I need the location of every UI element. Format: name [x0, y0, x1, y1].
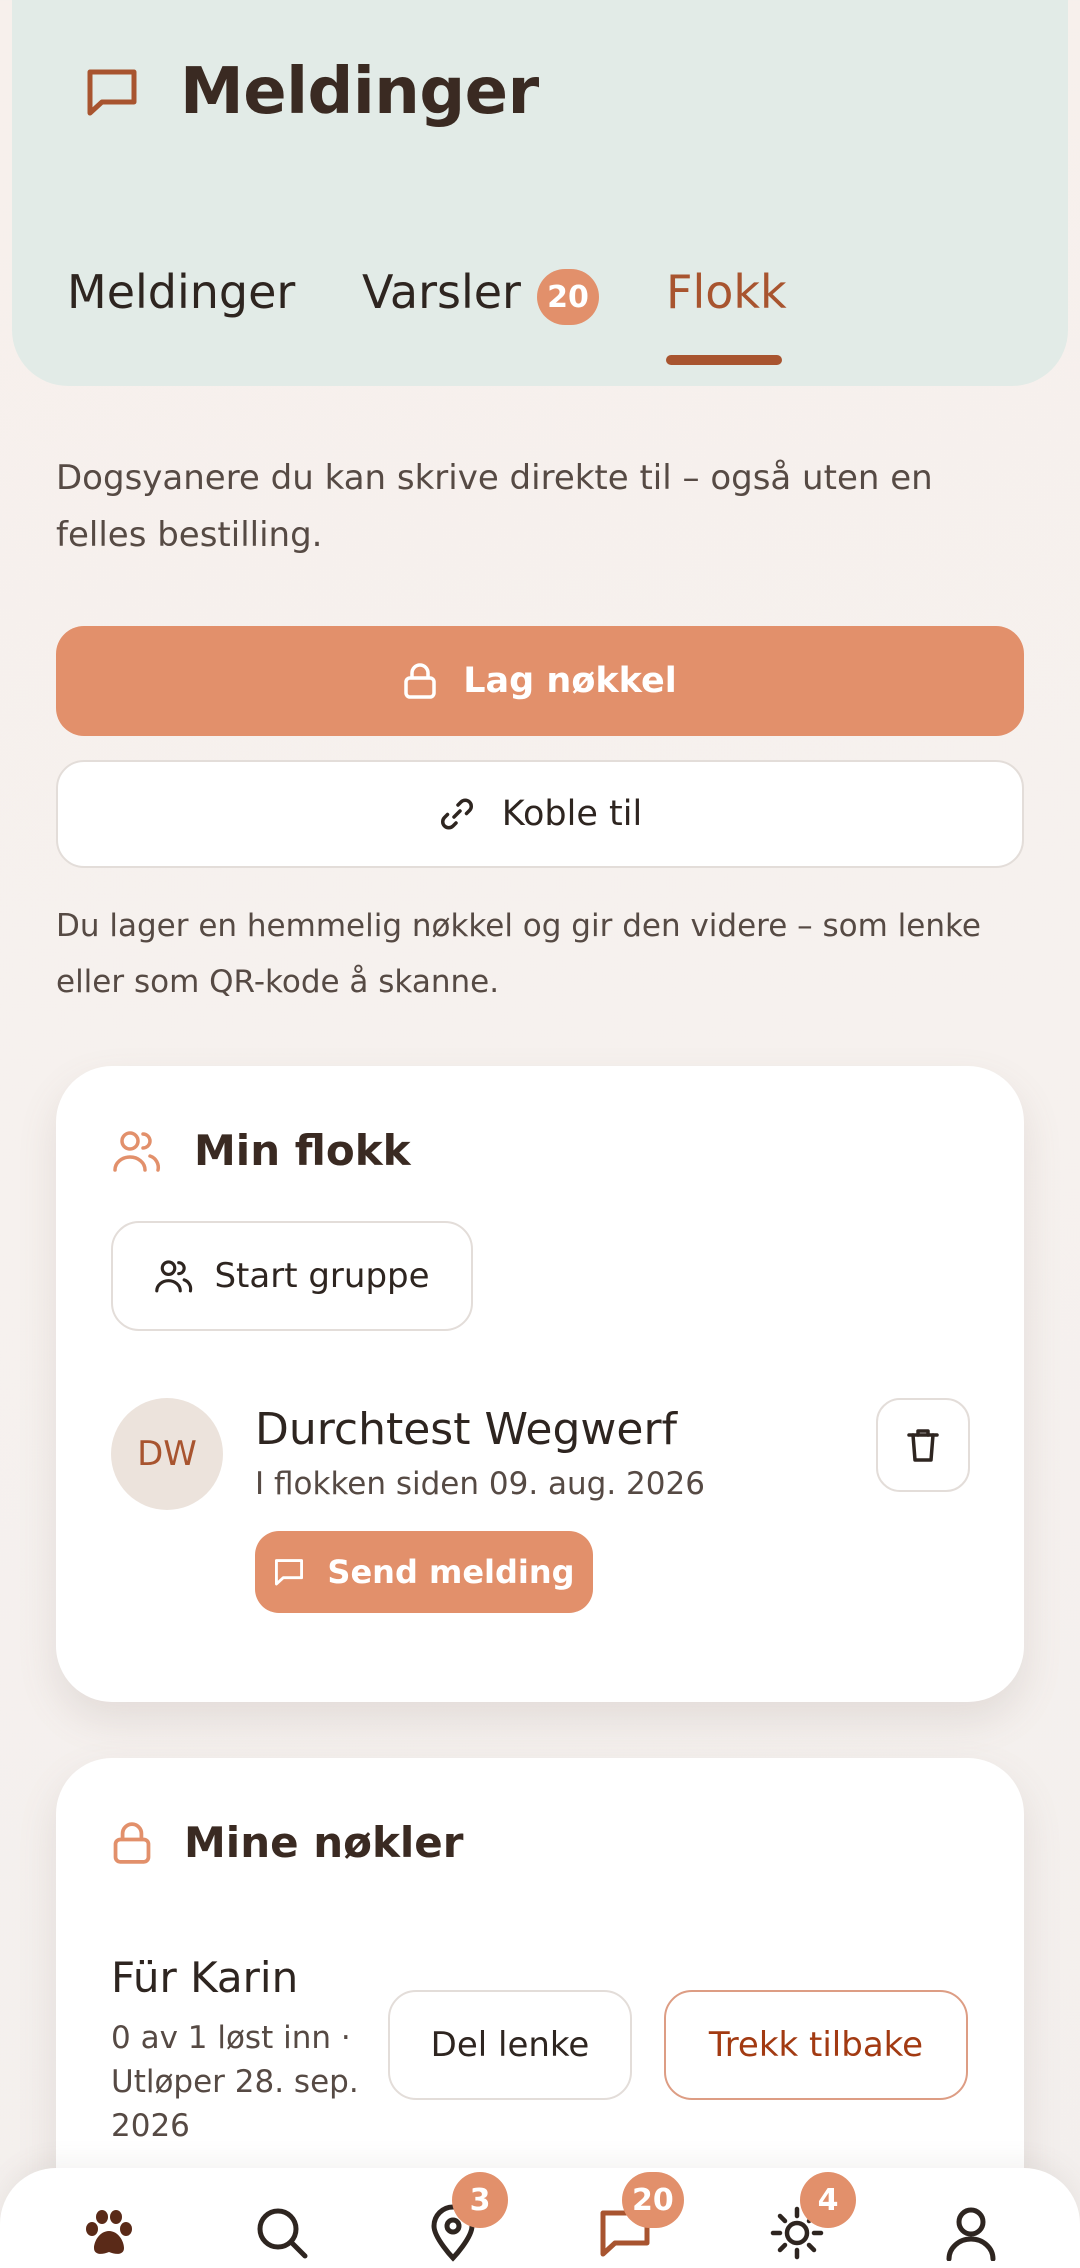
share-link-button[interactable]: Del lenke — [388, 1990, 632, 2100]
tab-meldinger[interactable]: Meldinger — [67, 265, 295, 319]
send-message-label: Send melding — [327, 1553, 575, 1591]
my-pack-card: Min flokk Start gruppe DW Durchtest Wegw… — [56, 1066, 1024, 1702]
nav-messages-badge: 20 — [622, 2172, 684, 2228]
nav-profile[interactable] — [936, 2198, 1006, 2268]
tab-varsler[interactable]: Varsler — [362, 265, 521, 319]
create-key-button[interactable]: Lag nøkkel — [56, 626, 1024, 736]
search-icon — [257, 2208, 308, 2259]
nav-map-badge: 3 — [452, 2172, 508, 2228]
my-keys-title: Mine nøkler — [184, 1818, 464, 1867]
tab-varsler-badge: 20 — [537, 269, 599, 325]
delete-member-button[interactable] — [876, 1398, 970, 1492]
key-name: Für Karin — [111, 1953, 299, 2002]
connect-button[interactable]: Koble til — [56, 760, 1024, 868]
active-tab-indicator — [666, 355, 782, 365]
message-icon — [84, 64, 140, 120]
start-group-label: Start gruppe — [214, 1256, 430, 1296]
message-icon — [275, 1559, 304, 1586]
user-icon — [946, 2207, 996, 2261]
send-message-button[interactable]: Send melding — [255, 1531, 593, 1613]
tab-flokk[interactable]: Flokk — [666, 265, 787, 319]
paw-icon — [86, 2210, 132, 2254]
link-icon — [440, 798, 473, 830]
key-status: 0 av 1 løst inn · Utløper 28. sep. 2026 — [111, 2020, 359, 2144]
users-icon — [155, 1260, 193, 1293]
nav-search[interactable] — [247, 2198, 317, 2268]
member-name: Durchtest Wegwerf — [255, 1404, 678, 1455]
start-group-button[interactable]: Start gruppe — [111, 1221, 473, 1331]
title-row: Meldinger — [84, 55, 539, 129]
lock-icon — [113, 1821, 151, 1864]
users-icon — [113, 1130, 161, 1172]
revoke-key-button[interactable]: Trekk tilbake — [664, 1990, 968, 2100]
bottom-nav: 3 20 4 — [0, 2168, 1080, 2268]
header: Meldinger Meldinger Varsler 20 Flokk — [12, 0, 1068, 386]
my-pack-title: Min flokk — [194, 1126, 411, 1175]
my-keys-header: Mine nøkler — [112, 1818, 463, 1867]
create-key-label: Lag nøkkel — [463, 661, 677, 701]
member-since: I flokken siden 09. aug. 2026 — [255, 1466, 705, 1502]
avatar: DW — [111, 1398, 223, 1510]
intro-text: Dogsyanere du kan skrive direkte til – o… — [56, 458, 933, 555]
key-note-text: Du lager en hemmelig nøkkel og gir den v… — [56, 908, 981, 1000]
nav-updates-badge: 4 — [800, 2172, 856, 2228]
page-title: Meldinger — [180, 55, 539, 129]
my-pack-header: Min flokk — [112, 1126, 411, 1175]
lock-icon — [404, 663, 436, 699]
nav-home[interactable] — [74, 2198, 144, 2268]
trash-icon — [907, 1429, 939, 1462]
connect-label: Koble til — [501, 794, 643, 834]
